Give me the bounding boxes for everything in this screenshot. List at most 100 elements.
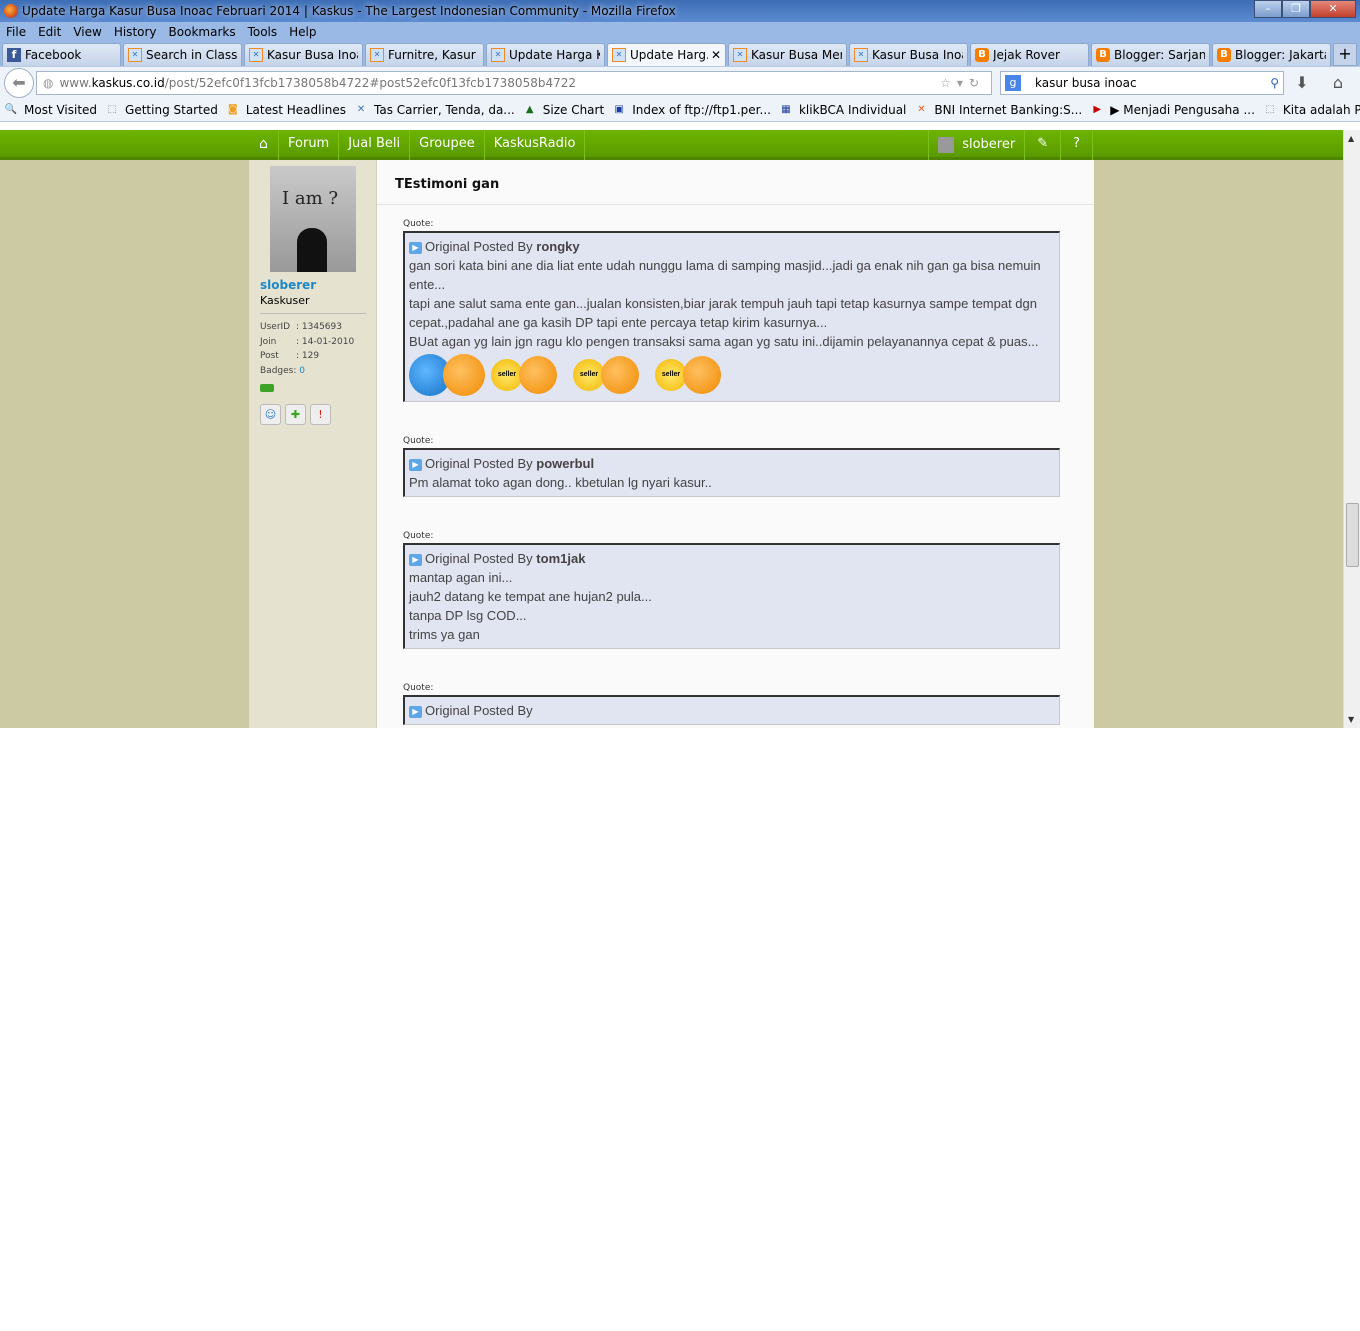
join-value: : 14-01-2010	[296, 336, 355, 347]
nav-jual-beli[interactable]: Jual Beli	[339, 130, 411, 160]
menu-help[interactable]: Help	[289, 25, 316, 39]
bookmark-label: BNI Internet Banking:S...	[934, 102, 1083, 117]
add-reputation-icon[interactable]: ✚	[285, 404, 306, 425]
blogger-icon: B	[1096, 48, 1110, 62]
nav-user[interactable]: sloberer	[928, 130, 1026, 160]
url-domain: kaskus.co.id	[91, 75, 165, 90]
quote-line: gan sori kata bini ane dia liat ente uda…	[409, 258, 1041, 292]
report-icon[interactable]: !	[310, 404, 331, 425]
profile-icon[interactable]: ☺	[260, 404, 281, 425]
bookmark-star-icon[interactable]: ☆	[940, 76, 957, 90]
url-prefix: www.	[59, 75, 92, 90]
user-avatar-icon	[938, 137, 955, 153]
menu-view[interactable]: View	[73, 25, 101, 39]
pencil-icon[interactable]: ✎	[1025, 130, 1062, 160]
tab-label: Facebook	[25, 48, 82, 62]
quote-author[interactable]: rongky	[536, 239, 579, 254]
scroll-down-icon[interactable]: ▼	[1348, 715, 1354, 724]
menu-file[interactable]: File	[6, 25, 26, 39]
bookmark-3[interactable]: ✕ Tas Carrier, Tenda, da...	[354, 103, 515, 117]
userid-label: UserID	[260, 322, 291, 332]
tab-label: Jejak Rover	[993, 48, 1060, 62]
nav-groupee[interactable]: Groupee	[410, 130, 485, 160]
url-bar[interactable]: ◍ www. kaskus.co.id/post/52efc0f13fcb1738…	[36, 70, 992, 95]
tab-10[interactable]: B Blogger: Jakarta...	[1212, 43, 1331, 66]
bookmark-label: Tas Carrier, Tenda, da...	[374, 102, 515, 117]
bookmark-0[interactable]: 🔍 Most Visited	[4, 103, 97, 117]
emoticons: seller seller seller	[409, 353, 1055, 397]
bookmark-7[interactable]: ✕ BNI Internet Banking:S...	[914, 103, 1082, 117]
tab-5[interactable]: ✕Update Harg...✕	[607, 43, 726, 66]
bookmark-6[interactable]: ▦ klikBCA Individual	[779, 103, 906, 117]
tab-0[interactable]: f Facebook	[2, 43, 121, 66]
close-button[interactable]: ✕	[1310, 0, 1356, 18]
google-icon[interactable]: g	[1005, 74, 1021, 91]
facebook-icon: f	[7, 48, 21, 62]
navigation-toolbar: ⬅ ◍ www. kaskus.co.id/post/52efc0f13fcb17…	[0, 66, 1360, 98]
home-icon[interactable]: ⌂	[249, 130, 279, 160]
scroll-up-icon[interactable]: ▲	[1348, 134, 1354, 143]
reload-icon[interactable]: ↻	[969, 76, 985, 90]
tab-9[interactable]: B Blogger: Sarjana...	[1091, 43, 1210, 66]
menu-bookmarks[interactable]: Bookmarks	[169, 25, 236, 39]
tab-7[interactable]: ✕ Kasur Busa Inoa...	[849, 43, 968, 66]
download-icon[interactable]: ⬇	[1284, 73, 1320, 92]
badges-link[interactable]: 0	[299, 366, 305, 376]
post-value: : 129	[296, 351, 320, 361]
dashed-folder-icon: ⬚	[107, 103, 117, 115]
tab-6[interactable]: ✕ Kasur Busa Mer...	[728, 43, 847, 66]
globe-icon: ◍	[43, 75, 54, 90]
menu-history[interactable]: History	[114, 25, 157, 39]
bookmarks-bar: 🔍 Most Visited ⬚ Getting Started ◙ Latest Hea…	[0, 98, 1360, 122]
author-stats: UserID: 1345693 Join: 14-01-2010 Post: 1…	[260, 320, 366, 378]
close-tab-icon[interactable]: ✕	[711, 48, 721, 62]
dashed-folder-icon: ⬚	[1265, 103, 1275, 115]
tab-1[interactable]: ✕ Search in Classif...	[123, 43, 242, 66]
kaskus-icon: ✕	[733, 48, 747, 62]
menu-tools[interactable]: Tools	[248, 25, 278, 39]
tab-2[interactable]: ✕ Kasur Busa Inoa...	[244, 43, 363, 66]
bookmark-1[interactable]: ⬚ Getting Started	[105, 103, 218, 117]
view-post-icon[interactable]: ▶	[409, 459, 422, 471]
nav-forum[interactable]: Forum	[279, 130, 340, 160]
bookmark-4[interactable]: ▲ Size Chart	[523, 103, 604, 117]
quote-label: Quote:	[403, 531, 434, 541]
bookmark-2[interactable]: ◙ Latest Headlines	[226, 103, 346, 117]
minimize-button[interactable]: –	[1254, 0, 1282, 18]
quote-author[interactable]: tom1jak	[536, 551, 585, 566]
avatar[interactable]: I am ?	[270, 166, 356, 272]
search-icon[interactable]: ⚲	[1270, 76, 1279, 90]
view-post-icon[interactable]: ▶	[409, 242, 422, 254]
scrollbar-thumb[interactable]	[1346, 503, 1359, 567]
bookmark-9[interactable]: ⬚ Kita adalah Penyambu...	[1263, 103, 1360, 117]
tab-4[interactable]: ✕ Update Harga K...	[486, 43, 605, 66]
quote-block: ▶ Original Posted By	[403, 695, 1060, 725]
search-box[interactable]: g kasur busa inoac ⚲	[1000, 70, 1284, 95]
back-button[interactable]: ⬅	[4, 67, 34, 98]
maximize-button[interactable]: ❐	[1282, 0, 1310, 18]
dropdown-icon[interactable]: ▾	[957, 76, 969, 90]
help-icon[interactable]: ?	[1061, 130, 1093, 160]
quote-line: Pm alamat toko agan dong.. kbetulan lg n…	[409, 475, 712, 490]
bookmark-8[interactable]: ▶ ▶ Menjadi Pengusaha ...	[1090, 103, 1255, 117]
bank-icon: ▦	[781, 103, 791, 115]
author-username[interactable]: sloberer	[260, 278, 366, 292]
view-post-icon[interactable]: ▶	[409, 706, 422, 718]
view-post-icon[interactable]: ▶	[409, 554, 422, 566]
quote-block: ▶ Original Posted By tom1jak mantap agan i…	[403, 543, 1060, 649]
tab-8[interactable]: B Jejak Rover	[970, 43, 1089, 66]
vertical-scrollbar[interactable]: ▲ ▼	[1343, 130, 1360, 728]
nav-kaskusradio[interactable]: KaskusRadio	[485, 130, 586, 160]
bookmark-5[interactable]: ▣ Index of ftp://ftp1.per...	[612, 103, 771, 117]
quote-author[interactable]: powerbul	[536, 456, 594, 471]
orange-emoticon-icon	[443, 354, 485, 396]
menu-edit[interactable]: Edit	[38, 25, 61, 39]
search-input[interactable]: kasur busa inoac	[1035, 76, 1137, 90]
bookmark-label: Index of ftp://ftp1.per...	[632, 102, 771, 117]
home-icon[interactable]: ⌂	[1320, 73, 1356, 92]
tab-3[interactable]: ✕ Furnitre, Kasur ...	[365, 43, 484, 66]
tab-label: Kasur Busa Inoa...	[267, 48, 358, 62]
nav-username: sloberer	[962, 137, 1016, 152]
new-tab-button[interactable]: +	[1333, 43, 1357, 66]
kaskus-top-nav: ⌂ Forum Jual Beli Groupee KaskusRadio sl…	[0, 130, 1343, 160]
